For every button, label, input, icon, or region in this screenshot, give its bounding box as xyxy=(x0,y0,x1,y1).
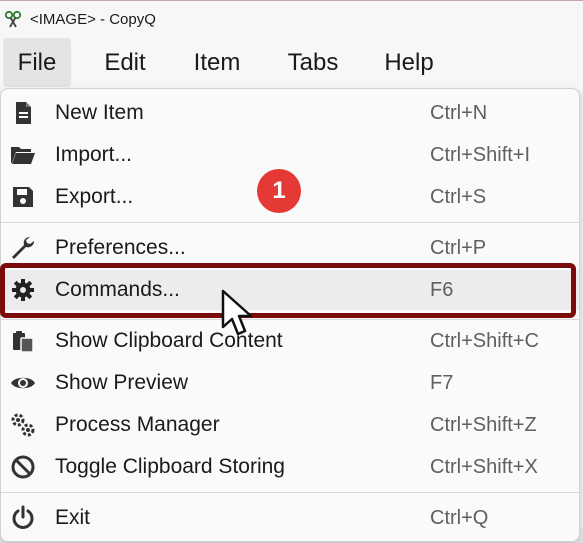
menu-separator xyxy=(1,222,579,223)
menu-item-show-preview[interactable]: Show Preview F7 xyxy=(1,363,579,403)
menu-item-shortcut: Ctrl+Shift+Z xyxy=(430,414,537,436)
highlight-box xyxy=(0,263,576,318)
ban-icon xyxy=(10,454,36,480)
menu-item-label: Toggle Clipboard Storing xyxy=(55,455,285,478)
menu-item-shortcut: Ctrl+Shift+X xyxy=(430,456,538,478)
menu-item-toggle-clipboard-storing[interactable]: Toggle Clipboard Storing Ctrl+Shift+X xyxy=(1,447,579,487)
menu-item-show-clipboard-content[interactable]: Show Clipboard Content Ctrl+Shift+C xyxy=(1,321,579,361)
menu-item-import[interactable]: Import... Ctrl+Shift+I xyxy=(1,135,579,175)
gears-icon xyxy=(10,412,36,438)
menu-item-label: New Item xyxy=(55,101,144,124)
menu-item-preferences[interactable]: Preferences... Ctrl+P xyxy=(1,228,579,268)
menu-item-label: Export... xyxy=(55,185,134,208)
menu-item-shortcut: Ctrl+Q xyxy=(430,507,489,529)
menu-tabs[interactable]: Tabs xyxy=(278,38,348,87)
menu-item-exit[interactable]: Exit Ctrl+Q xyxy=(1,498,579,538)
menu-item-new-item[interactable]: New Item Ctrl+N xyxy=(1,93,579,133)
menu-separator xyxy=(1,492,579,493)
scissors-icon xyxy=(4,10,22,28)
menu-bar: File Edit Item Tabs Help xyxy=(0,38,583,90)
clipboard-icon xyxy=(10,328,36,354)
menu-item-shortcut: Ctrl+S xyxy=(430,186,487,208)
folder-open-icon xyxy=(10,142,36,168)
menu-item-label: Exit xyxy=(55,506,91,529)
menu-item-process-manager[interactable]: Process Manager Ctrl+Shift+Z xyxy=(1,405,579,445)
menu-item-label: Process Manager xyxy=(55,413,220,436)
menu-item-label: Import... xyxy=(55,143,133,166)
menu-item-label: Show Preview xyxy=(55,371,189,394)
menu-item-label: Preferences... xyxy=(55,236,186,259)
menu-item-shortcut: Ctrl+Shift+I xyxy=(430,144,531,166)
menu-help[interactable]: Help xyxy=(372,38,446,87)
step-callout-badge: 1 xyxy=(257,169,301,213)
wrench-icon xyxy=(10,235,36,261)
power-icon xyxy=(10,505,36,531)
menu-item[interactable]: Item xyxy=(182,38,252,87)
eye-icon xyxy=(10,370,36,396)
menu-edit[interactable]: Edit xyxy=(92,38,158,87)
mouse-pointer-icon xyxy=(220,289,256,341)
menu-item-shortcut: F7 xyxy=(430,372,454,394)
menu-separator xyxy=(1,319,579,320)
save-icon xyxy=(10,184,36,210)
document-icon xyxy=(10,100,36,126)
window-title: <IMAGE> - CopyQ xyxy=(30,11,156,28)
menu-item-shortcut: Ctrl+Shift+C xyxy=(430,330,539,352)
menu-item-shortcut: Ctrl+P xyxy=(430,237,487,259)
menu-item-shortcut: Ctrl+N xyxy=(430,102,488,124)
menu-file[interactable]: File xyxy=(3,38,71,87)
title-bar: <IMAGE> - CopyQ xyxy=(0,0,583,38)
